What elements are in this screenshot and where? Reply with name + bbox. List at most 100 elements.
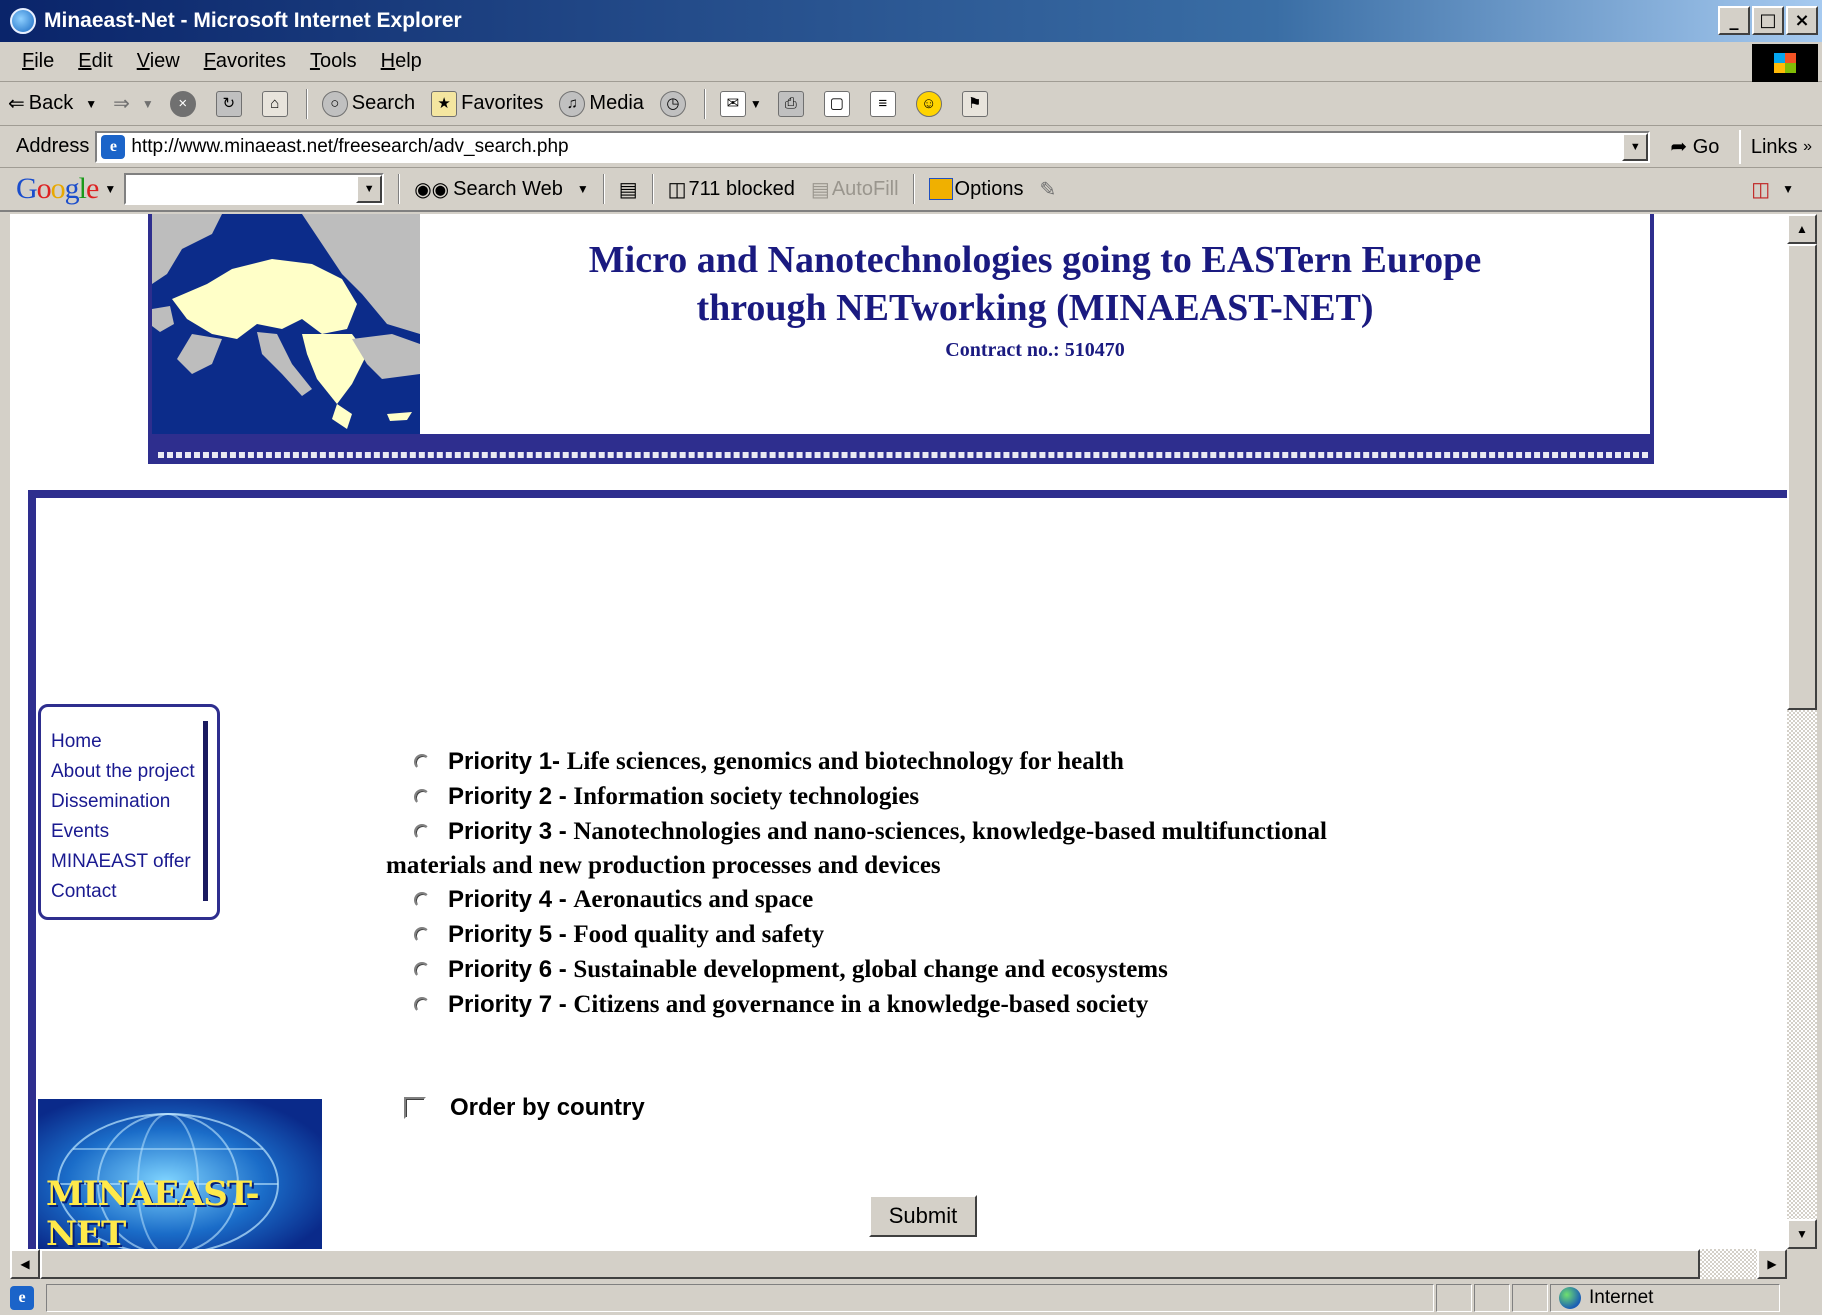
priority-description: Sustainable development, global change a… xyxy=(573,956,1168,983)
minimize-button[interactable]: _ xyxy=(1718,6,1750,35)
order-by-country-option[interactable]: Order by country xyxy=(404,1094,645,1122)
priority-option[interactable]: Priority 6 - Sustainable development, gl… xyxy=(396,952,1446,987)
priority-option[interactable]: Priority 2 - Information society technol… xyxy=(396,779,1446,814)
priority-2-radio[interactable] xyxy=(414,789,430,805)
forward-dropdown-icon[interactable]: ▼ xyxy=(142,97,154,111)
priority-option[interactable]: Priority 7 - Citizens and governance in … xyxy=(396,987,1446,1022)
priority-radio-group: Priority 1- Life sciences, genomics and … xyxy=(386,744,1446,1022)
globe-icon xyxy=(1559,1287,1581,1309)
print-button[interactable]: ⎙ xyxy=(770,90,816,117)
google-search-dropdown-icon[interactable]: ▼ xyxy=(356,175,383,203)
refresh-button[interactable]: ↻ xyxy=(208,90,254,117)
scroll-left-arrow-icon[interactable]: ◀ xyxy=(10,1249,40,1279)
google-logo[interactable]: Google xyxy=(0,172,104,206)
nav-dissemination[interactable]: Dissemination xyxy=(51,787,217,817)
priority-7-radio[interactable] xyxy=(414,997,430,1013)
priority-description: Food quality and safety xyxy=(573,921,825,948)
priority-option[interactable]: Priority 1- Life sciences, genomics and … xyxy=(396,744,1446,779)
pdf-dropdown-icon[interactable]: ▼ xyxy=(1782,182,1794,196)
priority-separator: - xyxy=(552,748,567,775)
search-web-dropdown-icon[interactable]: ▼ xyxy=(577,182,589,196)
close-button[interactable]: × xyxy=(1786,6,1818,35)
scroll-up-arrow-icon[interactable]: ▲ xyxy=(1787,214,1817,244)
site-title: Micro and Nanotechnologies going to EAST… xyxy=(420,236,1650,332)
options-label: Options xyxy=(954,177,1024,200)
research-button[interactable]: ⚑ xyxy=(954,90,1000,117)
menu-file[interactable]: File xyxy=(0,50,66,73)
smiley-icon: ☺ xyxy=(915,90,942,117)
media-button[interactable]: ♫ Media xyxy=(551,90,651,117)
vertical-scroll-thumb[interactable] xyxy=(1787,244,1817,710)
status-text-cell xyxy=(46,1284,1434,1312)
priority-5-radio[interactable] xyxy=(414,927,430,943)
scroll-down-arrow-icon[interactable]: ▼ xyxy=(1787,1219,1817,1249)
priority-separator: - xyxy=(552,783,574,810)
back-dropdown-icon[interactable]: ▼ xyxy=(85,97,97,111)
nav-home[interactable]: Home xyxy=(51,727,217,757)
priority-option[interactable]: Priority 5 - Food quality and safety xyxy=(396,917,1446,952)
mail-button[interactable]: ✉ ▼ xyxy=(712,90,770,117)
priority-1-radio[interactable] xyxy=(414,754,430,770)
horizontal-scroll-thumb[interactable] xyxy=(40,1249,1700,1279)
nav-minaeast-offer[interactable]: MINAEAST offer xyxy=(51,847,217,877)
nav-about-the-project[interactable]: About the project xyxy=(51,757,217,787)
horizontal-scrollbar[interactable]: ◀ ▶ xyxy=(10,1249,1787,1279)
priority-option[interactable]: Priority 3 - Nanotechnologies and nano-s… xyxy=(396,814,1446,849)
favorites-label: Favorites xyxy=(461,92,544,114)
google-menu-dropdown-icon[interactable]: ▼ xyxy=(104,182,116,196)
search-button[interactable]: ○ Search xyxy=(314,90,423,117)
favorites-button[interactable]: ★ Favorites xyxy=(423,90,551,117)
nav-events[interactable]: Events xyxy=(51,817,217,847)
priority-6-radio[interactable] xyxy=(414,962,430,978)
search-web-button[interactable]: ◉◉ Search Web ▼ xyxy=(406,177,596,202)
forward-button[interactable]: ⇒ ▼ xyxy=(105,91,162,116)
links-button[interactable]: Links » xyxy=(1738,130,1822,164)
mail-dropdown-icon[interactable]: ▼ xyxy=(750,97,762,111)
autofill-button[interactable]: ▤ AutoFill xyxy=(803,177,907,202)
forward-arrow-icon: ⇒ xyxy=(113,93,130,115)
stop-button[interactable]: × xyxy=(162,90,208,117)
menu-view[interactable]: View xyxy=(125,50,192,73)
menu-help[interactable]: Help xyxy=(369,50,434,73)
menu-favorites[interactable]: Favorites xyxy=(192,50,298,73)
maximize-button[interactable]: □ xyxy=(1752,6,1784,35)
history-button[interactable]: ◷ xyxy=(652,90,698,117)
nav-contact[interactable]: Contact xyxy=(51,877,217,907)
priority-separator: - xyxy=(552,921,574,948)
menu-edit[interactable]: Edit xyxy=(66,50,124,73)
pdf-button[interactable]: ◫ ▼ xyxy=(1743,177,1802,202)
order-by-country-checkbox[interactable] xyxy=(404,1097,426,1119)
priority-3-radio[interactable] xyxy=(414,824,430,840)
menu-tools[interactable]: Tools xyxy=(298,50,369,73)
popup-blocker-button[interactable]: ◫ 711 blocked xyxy=(660,177,803,202)
highlight-button[interactable]: ✎ xyxy=(1031,177,1064,202)
banner-divider xyxy=(158,452,1648,458)
discuss-button[interactable]: ≡ xyxy=(862,90,908,117)
priority-4-radio[interactable] xyxy=(414,892,430,908)
order-by-country-label: Order by country xyxy=(450,1094,645,1121)
google-logo-letter: g xyxy=(64,172,80,205)
edit-button[interactable]: ▢ xyxy=(816,90,862,117)
priority-description-continued: materials and new production processes a… xyxy=(386,852,941,879)
news-button[interactable]: ▤ xyxy=(611,177,646,202)
address-input[interactable]: e http://www.minaeast.net/freesearch/adv… xyxy=(95,130,1651,163)
back-button[interactable]: ⇐ Back ▼ xyxy=(0,91,105,116)
binoculars-icon: ◉◉ xyxy=(414,178,450,201)
google-search-input[interactable]: ▼ xyxy=(124,173,385,205)
messenger-button[interactable]: ☺ xyxy=(908,90,954,117)
page-viewport: Micro and Nanotechnologies going to EAST… xyxy=(10,214,1787,1249)
logo-text: MINAEAST-NET xyxy=(46,1174,260,1249)
address-url[interactable]: http://www.minaeast.net/freesearch/adv_s… xyxy=(131,136,568,158)
vertical-scrollbar[interactable]: ▲ ▼ xyxy=(1787,214,1817,1249)
pdf-icon: ◫ xyxy=(1751,178,1771,201)
priority-option[interactable]: Priority 4 - Aeronautics and space xyxy=(396,882,1446,917)
scroll-right-arrow-icon[interactable]: ▶ xyxy=(1757,1249,1787,1279)
address-dropdown-icon[interactable]: ▼ xyxy=(1622,132,1649,161)
options-button[interactable]: Options xyxy=(921,178,1032,201)
home-button[interactable]: ⌂ xyxy=(254,90,300,117)
submit-button[interactable]: Submit xyxy=(869,1195,977,1237)
print-icon: ⎙ xyxy=(777,90,804,117)
page-icon: e xyxy=(101,134,126,159)
go-button[interactable]: ➦ Go xyxy=(1670,134,1719,159)
refresh-icon: ↻ xyxy=(215,90,242,117)
